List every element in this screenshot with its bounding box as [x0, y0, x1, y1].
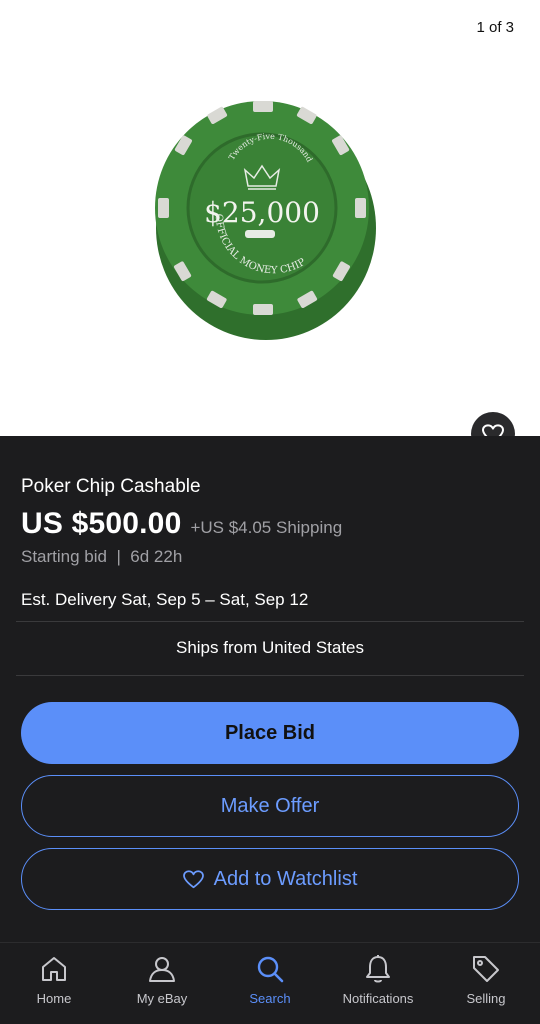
divider: [16, 621, 524, 622]
search-icon: [257, 956, 284, 983]
tab-search-label: Search: [249, 991, 291, 1006]
tab-home-label: Home: [36, 991, 72, 1006]
divider: [16, 675, 524, 676]
place-bid-button[interactable]: Place Bid: [21, 702, 519, 764]
delivery-dates: Sat, Sep 5 – Sat, Sep 12: [121, 590, 309, 609]
bid-meta: Starting bid | 6d 22h: [21, 547, 183, 566]
bell-icon: [366, 955, 390, 983]
estimated-delivery: Est. Delivery Sat, Sep 5 – Sat, Sep 12: [21, 590, 308, 610]
shipping-cost: +US $4.05 Shipping: [190, 518, 343, 537]
tab-search[interactable]: Search: [216, 943, 324, 1024]
tab-selling-label: Selling: [466, 991, 506, 1006]
product-image[interactable]: Twenty-Five Thousand $25,000 OFFICIAL MO…: [150, 90, 390, 350]
tab-my-ebay[interactable]: My eBay: [108, 943, 216, 1024]
tab-notifications-label: Notifications: [342, 991, 414, 1006]
tab-notifications[interactable]: Notifications: [324, 943, 432, 1024]
product-image-gallery[interactable]: 1 of 3 Twenty-Five Thousand $25,000 OFFI…: [0, 0, 540, 436]
ships-from: Ships from United States: [175, 638, 365, 657]
tab-home[interactable]: Home: [0, 943, 108, 1024]
listing-title: Poker Chip Cashable: [21, 476, 201, 497]
price-row: US $500.00 +US $4.05 Shipping: [21, 507, 342, 541]
heart-icon: [182, 869, 204, 888]
add-to-watchlist-button[interactable]: Add to Watchlist: [21, 848, 519, 910]
poker-chip-illustration: Twenty-Five Thousand $25,000 OFFICIAL MO…: [155, 101, 376, 340]
delivery-label: Est. Delivery: [21, 590, 122, 609]
person-icon: [149, 957, 175, 982]
make-offer-button[interactable]: Make Offer: [21, 775, 519, 837]
listing-price: US $500.00: [21, 507, 182, 540]
bottom-tab-bar: Home My eBay Search Notifications Sellin…: [0, 942, 540, 1024]
tab-my-ebay-label: My eBay: [136, 991, 188, 1006]
add-to-watchlist-label: Add to Watchlist: [213, 867, 358, 890]
image-counter: 1 of 3: [476, 19, 514, 36]
tab-selling[interactable]: Selling: [432, 943, 540, 1024]
tag-icon: [473, 956, 499, 982]
home-icon: [42, 957, 66, 981]
